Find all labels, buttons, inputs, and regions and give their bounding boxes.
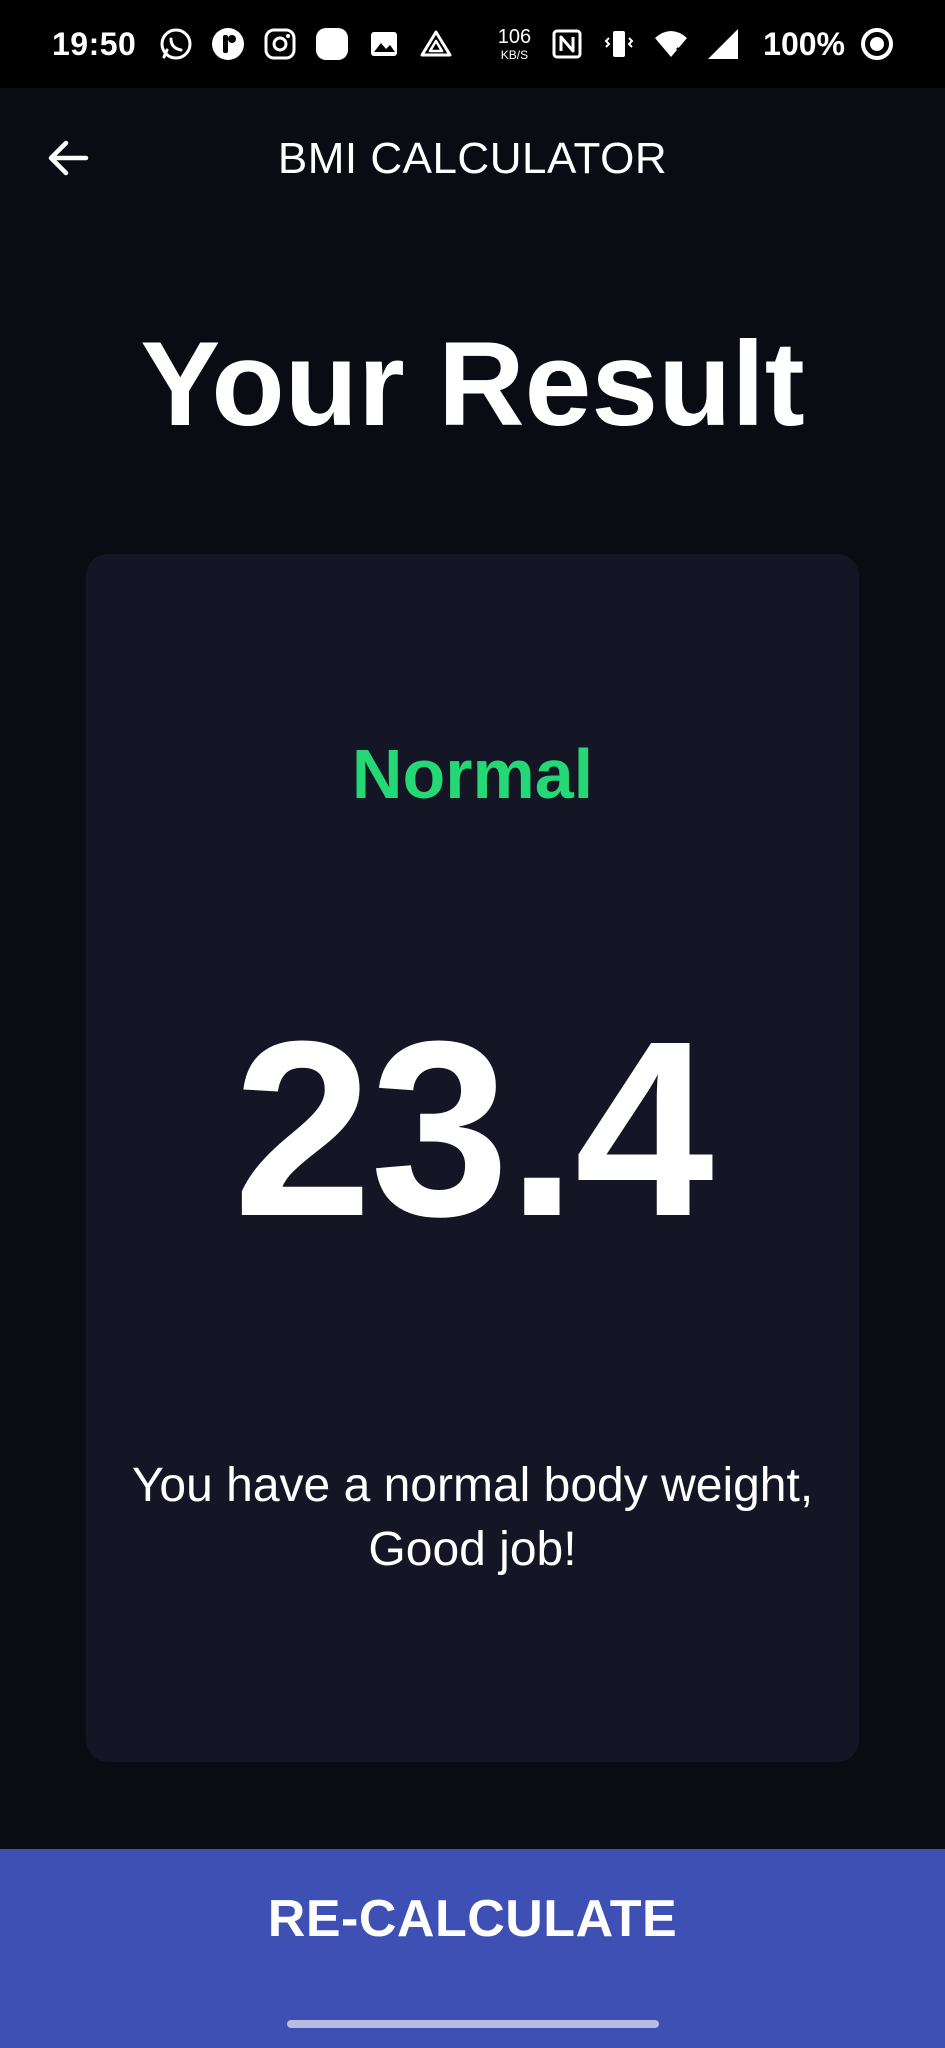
app-icon bbox=[210, 26, 246, 62]
drive-icon bbox=[418, 26, 454, 62]
recalculate-button[interactable]: RE-CALCULATE bbox=[0, 1849, 945, 2048]
bmi-value: 23.4 bbox=[233, 989, 714, 1268]
ring-icon bbox=[859, 26, 895, 62]
result-message: You have a normal body weight, Good job! bbox=[131, 1459, 814, 1576]
whatsapp-icon bbox=[158, 26, 194, 62]
status-time: 19:50 bbox=[52, 25, 137, 62]
recalculate-label: RE-CALCULATE bbox=[267, 1890, 678, 1948]
network-speed-value: 106 bbox=[497, 26, 532, 48]
square-app-icon bbox=[314, 26, 350, 62]
page-title: Your Result bbox=[140, 317, 805, 451]
network-speed: 106 KB/S bbox=[498, 27, 531, 61]
result-card: Normal 23.4 You have a normal body weigh… bbox=[86, 554, 859, 1762]
wifi-icon bbox=[653, 26, 689, 62]
instagram-icon bbox=[262, 26, 298, 62]
status-right: 106 KB/S 100% bbox=[498, 26, 911, 63]
bmi-category: Normal bbox=[351, 735, 594, 813]
status-bar: 19:50 106 KB/S 100% bbox=[0, 0, 945, 88]
home-indicator[interactable] bbox=[287, 2020, 659, 2028]
app-title: BMI CALCULATOR bbox=[277, 134, 668, 183]
app-bar: BMI CALCULATOR bbox=[0, 88, 945, 232]
signal-icon bbox=[705, 26, 741, 62]
screen: 19:50 106 KB/S 100% BMI CALCULATOR Your … bbox=[0, 0, 945, 2048]
network-speed-unit: KB/S bbox=[500, 48, 529, 62]
battery-percent: 100% bbox=[763, 25, 845, 62]
gallery-icon bbox=[366, 26, 402, 62]
vibrate-icon bbox=[601, 26, 637, 62]
nfc-icon bbox=[549, 26, 585, 62]
status-left: 19:50 bbox=[52, 26, 470, 63]
